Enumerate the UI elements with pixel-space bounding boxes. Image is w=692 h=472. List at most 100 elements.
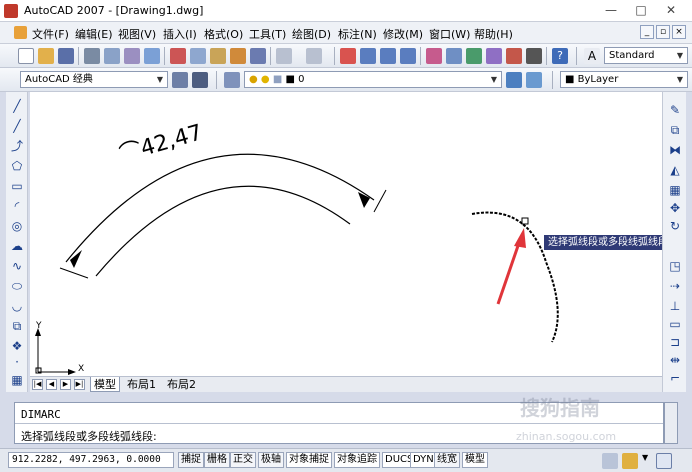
arc-to-select[interactable] (471, 211, 559, 343)
layer-select[interactable]: ● ● ■ ■ 0 ▼ (244, 71, 502, 88)
chamfer-icon[interactable]: ⇹ (667, 352, 683, 368)
grid-toggle[interactable]: 栅格 (204, 452, 230, 468)
help-icon[interactable]: ? (552, 48, 568, 64)
clean-screen-icon[interactable] (656, 453, 672, 469)
polygon-icon[interactable]: ⬠ (9, 158, 25, 174)
menu-tools[interactable]: 工具(T) (249, 26, 286, 42)
ellipse-arc-icon[interactable]: ◡ (9, 298, 25, 314)
ellipse-icon[interactable]: ⬭ (9, 278, 25, 294)
polyline-icon[interactable]: ⤴ (9, 138, 25, 154)
model-toggle[interactable]: 模型 (462, 452, 488, 468)
erase-icon[interactable]: ✎ (667, 102, 683, 118)
circle-icon[interactable]: ◎ (9, 218, 25, 234)
menu-draw[interactable]: 绘图(D) (292, 26, 331, 42)
hatch-icon[interactable]: ▦ (9, 372, 25, 388)
autocad-app-icon[interactable] (4, 4, 18, 18)
mirror-icon[interactable]: ⧓ (667, 142, 683, 158)
join-icon[interactable]: ⊐ (667, 334, 683, 350)
spline-icon[interactable]: ∿ (9, 258, 25, 274)
3d-dwf-icon[interactable] (144, 48, 160, 64)
move-icon[interactable]: ✥ (667, 200, 683, 216)
publish-icon[interactable] (124, 48, 140, 64)
redo-icon[interactable] (306, 48, 322, 64)
print-icon[interactable] (84, 48, 100, 64)
tab-layout1[interactable]: 布局1 (124, 377, 159, 392)
mdi-close-button[interactable]: × (672, 25, 686, 39)
document-icon[interactable] (14, 26, 27, 39)
command-scrollbar[interactable] (664, 402, 678, 444)
tab-model[interactable]: 模型 (90, 377, 120, 392)
make-block-icon[interactable]: ❖ (9, 338, 25, 354)
lineweight-toggle[interactable]: 线宽 (434, 452, 460, 468)
revision-cloud-icon[interactable]: ☁ (9, 238, 25, 254)
copy-object-icon[interactable]: ⧉ (667, 122, 683, 138)
menu-window[interactable]: 窗口(W) (429, 26, 470, 42)
arc-icon[interactable]: ◜ (9, 198, 25, 214)
calculator-icon[interactable] (526, 48, 542, 64)
markup-icon[interactable] (506, 48, 522, 64)
next-tab-icon[interactable]: ▶ (60, 379, 71, 390)
communication-center-icon[interactable] (602, 453, 618, 469)
new-icon[interactable] (18, 48, 34, 64)
status-menu-chevron-icon[interactable]: ▼ (642, 453, 648, 462)
scale-icon[interactable]: ◳ (667, 258, 683, 274)
text-style-select[interactable]: Standard ▼ (604, 47, 688, 64)
pan-icon[interactable] (340, 48, 356, 64)
offset-icon[interactable]: ◭ (667, 162, 683, 178)
menu-view[interactable]: 视图(V) (118, 26, 156, 42)
my-workspace-icon[interactable] (192, 72, 208, 88)
color-select[interactable]: ■ ByLayer ▼ (560, 71, 688, 88)
menu-help[interactable]: 帮助(H) (474, 26, 513, 42)
menu-insert[interactable]: 插入(I) (163, 26, 197, 42)
rotate-icon[interactable]: ↻ (667, 218, 683, 234)
maximize-button[interactable]: □ (626, 0, 656, 20)
match-properties-icon[interactable] (230, 48, 246, 64)
first-tab-icon[interactable]: |◀ (32, 379, 43, 390)
osnap-toggle[interactable]: 对象捕捉 (286, 452, 332, 468)
polar-toggle[interactable]: 极轴 (258, 452, 284, 468)
properties-icon[interactable] (426, 48, 442, 64)
stretch-icon[interactable]: ⇢ (667, 278, 683, 294)
menu-format[interactable]: 格式(O) (204, 26, 243, 42)
paste-icon[interactable] (210, 48, 226, 64)
tool-palettes-icon[interactable] (466, 48, 482, 64)
cut-icon[interactable] (170, 48, 186, 64)
menu-file[interactable]: 文件(F) (32, 26, 69, 42)
design-center-icon[interactable] (446, 48, 462, 64)
close-button[interactable]: ✕ (656, 0, 686, 20)
menu-edit[interactable]: 编辑(E) (75, 26, 113, 42)
point-icon[interactable]: · (9, 354, 25, 370)
open-icon[interactable] (38, 48, 54, 64)
workspace-settings-icon[interactable] (172, 72, 188, 88)
text-style-icon[interactable]: A (584, 48, 600, 64)
dyn-toggle[interactable]: DYN (410, 452, 437, 468)
trim-icon[interactable]: ⊥ (667, 298, 683, 314)
copy-icon[interactable] (190, 48, 206, 64)
layer-previous-icon[interactable] (526, 72, 542, 88)
tab-layout2[interactable]: 布局2 (164, 377, 199, 392)
minimize-button[interactable]: — (596, 0, 626, 20)
sheet-set-icon[interactable] (486, 48, 502, 64)
mdi-minimize-button[interactable]: _ (640, 25, 654, 39)
ortho-toggle[interactable]: 正交 (230, 452, 256, 468)
insert-block-icon[interactable]: ⧉ (9, 318, 25, 334)
make-object-layer-current-icon[interactable] (506, 72, 522, 88)
save-icon[interactable] (58, 48, 74, 64)
rectangle-icon[interactable]: ▭ (9, 178, 25, 194)
construction-line-icon[interactable]: ╱ (9, 118, 25, 134)
lock-toolbars-icon[interactable] (622, 453, 638, 469)
mdi-restore-button[interactable]: ▫ (656, 25, 670, 39)
array-icon[interactable]: ▦ (667, 182, 683, 198)
last-tab-icon[interactable]: ▶| (74, 379, 85, 390)
fillet-icon[interactable]: ⌐ (667, 370, 683, 386)
block-editor-icon[interactable] (250, 48, 266, 64)
plot-preview-icon[interactable] (104, 48, 120, 64)
zoom-previous-icon[interactable] (400, 48, 416, 64)
otrack-toggle[interactable]: 对象追踪 (334, 452, 380, 468)
menu-dimension[interactable]: 标注(N) (338, 26, 377, 42)
workspace-select[interactable]: AutoCAD 经典 ▼ (20, 71, 168, 88)
break-icon[interactable]: ▭ (667, 316, 683, 332)
undo-icon[interactable] (276, 48, 292, 64)
snap-toggle[interactable]: 捕捉 (178, 452, 204, 468)
line-icon[interactable]: ╱ (9, 98, 25, 114)
